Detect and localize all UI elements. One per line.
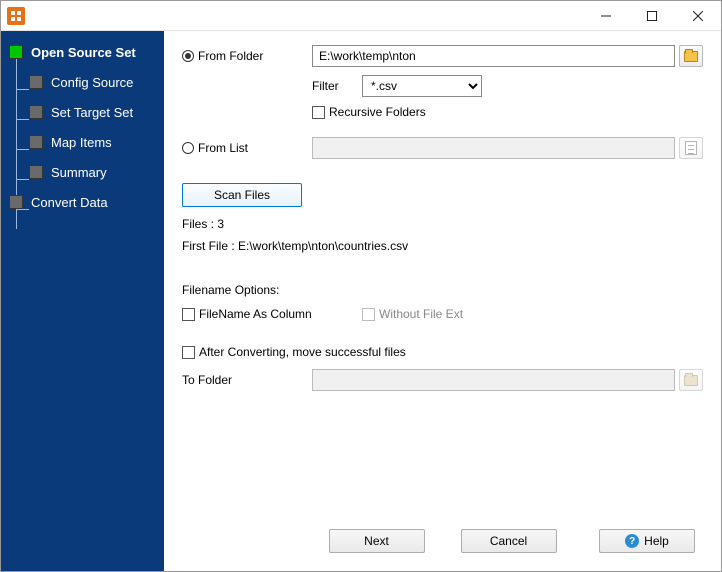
sidebar-item-map-items[interactable]: Map Items [1,127,164,157]
step-box-icon [9,195,23,209]
sidebar-item-label: Config Source [51,75,133,90]
list-icon [685,141,697,155]
first-file-label: First File : E:\work\temp\nton\countries… [182,239,703,253]
wizard-sidebar: Open Source Set Config Source Set Target… [1,31,164,571]
browse-to-folder-button[interactable] [679,369,703,391]
sidebar-item-convert-data[interactable]: Convert Data [1,187,164,217]
filename-options-heading: Filename Options: [182,283,703,297]
sidebar-item-label: Set Target Set [51,105,133,120]
minimize-button[interactable] [583,1,629,31]
from-list-label: From List [198,141,248,155]
step-box-icon [29,105,43,119]
sidebar-item-set-target-set[interactable]: Set Target Set [1,97,164,127]
files-count-label: Files : 3 [182,217,703,231]
sidebar-item-label: Convert Data [31,195,108,210]
close-button[interactable] [675,1,721,31]
browse-folder-button[interactable] [679,45,703,67]
filter-select[interactable]: *.csv [362,75,482,97]
step-box-icon [29,75,43,89]
from-list-input [312,137,675,159]
help-button[interactable]: ? Help [599,529,695,553]
sidebar-item-label: Map Items [51,135,112,150]
main-panel: From Folder Filter *.csv Recursive Folde… [164,31,721,571]
step-box-icon [29,165,43,179]
wizard-footer: Next Cancel ? Help [182,519,703,559]
titlebar [1,1,721,31]
recursive-label: Recursive Folders [329,105,426,119]
folder-icon [684,375,698,386]
to-folder-label: To Folder [182,373,232,387]
next-button[interactable]: Next [329,529,425,553]
cancel-button[interactable]: Cancel [461,529,557,553]
sidebar-item-config-source[interactable]: Config Source [1,67,164,97]
help-icon: ? [625,534,639,548]
from-folder-input[interactable] [312,45,675,67]
after-converting-checkbox[interactable] [182,346,195,359]
from-list-radio[interactable] [182,142,194,154]
filter-label: Filter [312,79,352,93]
sidebar-item-open-source-set[interactable]: Open Source Set [1,37,164,67]
after-converting-label: After Converting, move successful files [199,345,406,359]
from-folder-label: From Folder [198,49,263,63]
scan-files-button[interactable]: Scan Files [182,183,302,207]
filename-as-column-label: FileName As Column [199,307,312,321]
step-box-icon [29,135,43,149]
to-folder-input [312,369,675,391]
window-controls [583,1,721,31]
sidebar-item-label: Open Source Set [31,45,136,60]
filename-as-column-checkbox[interactable] [182,308,195,321]
without-ext-label: Without File Ext [379,307,463,321]
from-folder-radio[interactable] [182,50,194,62]
browse-list-button[interactable] [679,137,703,159]
folder-icon [684,51,698,62]
without-ext-checkbox [362,308,375,321]
app-icon [7,7,25,25]
step-box-icon [9,45,23,59]
sidebar-item-label: Summary [51,165,107,180]
recursive-checkbox[interactable] [312,106,325,119]
maximize-button[interactable] [629,1,675,31]
help-label: Help [644,534,669,548]
sidebar-item-summary[interactable]: Summary [1,157,164,187]
